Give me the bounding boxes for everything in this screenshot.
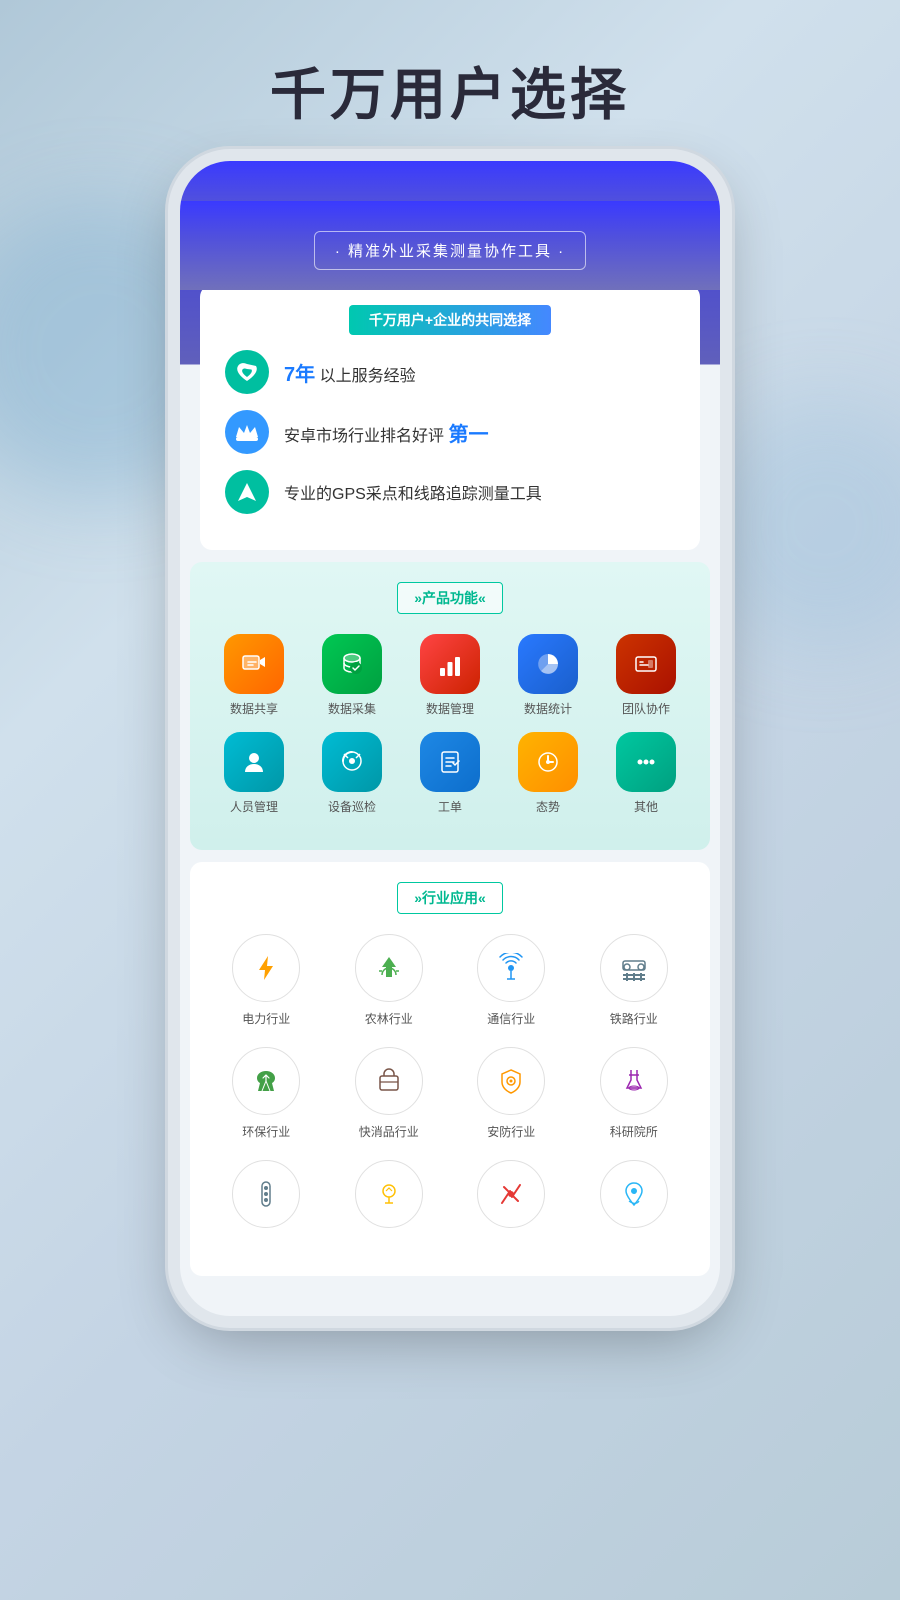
func-icon-person-manage bbox=[224, 732, 284, 792]
function-grid: 数据共享 数据采集 bbox=[205, 634, 695, 830]
func-person-manage[interactable]: 人员管理 bbox=[210, 732, 298, 815]
stat-item-rank: 安卓市场行业排名好评 第一 bbox=[225, 410, 675, 454]
industry-title-text: »行业应用« bbox=[397, 882, 503, 914]
industry-icon-eco bbox=[232, 1047, 300, 1115]
industry-grid: 电力行业 农林行业 bbox=[205, 934, 695, 1256]
stat-text-years: 7年 以上服务经验 bbox=[284, 358, 416, 387]
func-icon-data-stats bbox=[518, 634, 578, 694]
industry-icon-misc1 bbox=[232, 1160, 300, 1228]
industry-label-power: 电力行业 bbox=[242, 1010, 290, 1027]
industry-label-eco: 环保行业 bbox=[242, 1123, 290, 1140]
industry-label-railway: 铁路行业 bbox=[610, 1010, 658, 1027]
industry-label-security: 安防行业 bbox=[487, 1123, 535, 1140]
func-data-stats[interactable]: 数据统计 bbox=[504, 634, 592, 717]
industry-icon-agriculture bbox=[355, 934, 423, 1002]
func-label-team-collab: 团队协作 bbox=[622, 700, 670, 717]
phone-mockup: 精准外业采集测量协作工具 千万用户+企业的共同选择 7年 以上服务经验 bbox=[180, 161, 720, 1316]
func-label-data-stats: 数据统计 bbox=[524, 700, 572, 717]
industry-power[interactable]: 电力行业 bbox=[212, 934, 320, 1027]
industry-misc1[interactable] bbox=[212, 1160, 320, 1236]
stats-title-text: 千万用户+企业的共同选择 bbox=[349, 305, 551, 335]
func-icon-workorder bbox=[420, 732, 480, 792]
phone-status-bar bbox=[180, 161, 720, 201]
industry-label-research: 科研院所 bbox=[610, 1123, 658, 1140]
industry-security[interactable]: 安防行业 bbox=[457, 1047, 565, 1140]
func-label-data-manage: 数据管理 bbox=[426, 700, 474, 717]
func-data-manage[interactable]: 数据管理 bbox=[406, 634, 494, 717]
func-label-situation: 态势 bbox=[536, 798, 560, 815]
industry-label-agriculture: 农林行业 bbox=[365, 1010, 413, 1027]
industry-misc2[interactable] bbox=[335, 1160, 443, 1236]
func-label-data-share: 数据共享 bbox=[230, 700, 278, 717]
stat-icon-crown bbox=[225, 410, 269, 454]
tagline: 精准外业采集测量协作工具 bbox=[314, 231, 586, 270]
func-label-other: 其他 bbox=[634, 798, 658, 815]
industry-icon-consumer bbox=[355, 1047, 423, 1115]
stats-card: 千万用户+企业的共同选择 7年 以上服务经验 bbox=[200, 285, 700, 550]
func-label-device-inspect: 设备巡检 bbox=[328, 798, 376, 815]
func-icon-data-manage bbox=[420, 634, 480, 694]
func-situation[interactable]: 态势 bbox=[504, 732, 592, 815]
product-section-title: »产品功能« bbox=[205, 582, 695, 614]
industry-section: »行业应用« 电力行业 bbox=[190, 862, 710, 1276]
stat-text-gps: 专业的GPS采点和线路追踪测量工具 bbox=[284, 480, 542, 504]
stat-item-years: 7年 以上服务经验 bbox=[225, 350, 675, 394]
func-label-workorder: 工单 bbox=[438, 798, 462, 815]
stat-item-gps: 专业的GPS采点和线路追踪测量工具 bbox=[225, 470, 675, 514]
phone-header: 精准外业采集测量协作工具 bbox=[180, 201, 720, 290]
func-icon-data-share bbox=[224, 634, 284, 694]
industry-icon-misc3 bbox=[477, 1160, 545, 1228]
industry-section-title: »行业应用« bbox=[205, 882, 695, 914]
func-workorder[interactable]: 工单 bbox=[406, 732, 494, 815]
industry-icon-telecom bbox=[477, 934, 545, 1002]
func-other[interactable]: 其他 bbox=[602, 732, 690, 815]
func-icon-situation bbox=[518, 732, 578, 792]
product-title-text: »产品功能« bbox=[397, 582, 503, 614]
product-functions-section: »产品功能« 数据共享 bbox=[190, 562, 710, 850]
industry-icon-power bbox=[232, 934, 300, 1002]
stats-title: 千万用户+企业的共同选择 bbox=[225, 305, 675, 335]
industry-eco[interactable]: 环保行业 bbox=[212, 1047, 320, 1140]
func-icon-device-inspect bbox=[322, 732, 382, 792]
func-icon-team-collab bbox=[616, 634, 676, 694]
func-device-inspect[interactable]: 设备巡检 bbox=[308, 732, 396, 815]
industry-icon-security bbox=[477, 1047, 545, 1115]
func-label-data-collect: 数据采集 bbox=[328, 700, 376, 717]
industry-misc4[interactable] bbox=[580, 1160, 688, 1236]
industry-consumer[interactable]: 快消品行业 bbox=[335, 1047, 443, 1140]
stat-highlight-years: 7年 bbox=[284, 364, 315, 386]
func-data-collect[interactable]: 数据采集 bbox=[308, 634, 396, 717]
func-team-collab[interactable]: 团队协作 bbox=[602, 634, 690, 717]
industry-agriculture[interactable]: 农林行业 bbox=[335, 934, 443, 1027]
func-label-person-manage: 人员管理 bbox=[230, 798, 278, 815]
stat-highlight-rank: 第一 bbox=[448, 424, 488, 446]
func-icon-data-collect bbox=[322, 634, 382, 694]
stat-icon-nav bbox=[225, 470, 269, 514]
industry-icon-misc4 bbox=[600, 1160, 668, 1228]
industry-icon-misc2 bbox=[355, 1160, 423, 1228]
func-data-share[interactable]: 数据共享 bbox=[210, 634, 298, 717]
industry-label-consumer: 快消品行业 bbox=[359, 1123, 419, 1140]
industry-railway[interactable]: 铁路行业 bbox=[580, 934, 688, 1027]
industry-misc3[interactable] bbox=[457, 1160, 565, 1236]
industry-icon-railway bbox=[600, 934, 668, 1002]
stat-text-rank: 安卓市场行业排名好评 第一 bbox=[284, 418, 488, 447]
industry-telecom[interactable]: 通信行业 bbox=[457, 934, 565, 1027]
industry-icon-research bbox=[600, 1047, 668, 1115]
page-title: 千万用户选择 bbox=[0, 0, 900, 161]
industry-research[interactable]: 科研院所 bbox=[580, 1047, 688, 1140]
stat-icon-heart bbox=[225, 350, 269, 394]
func-icon-other bbox=[616, 732, 676, 792]
industry-label-telecom: 通信行业 bbox=[487, 1010, 535, 1027]
